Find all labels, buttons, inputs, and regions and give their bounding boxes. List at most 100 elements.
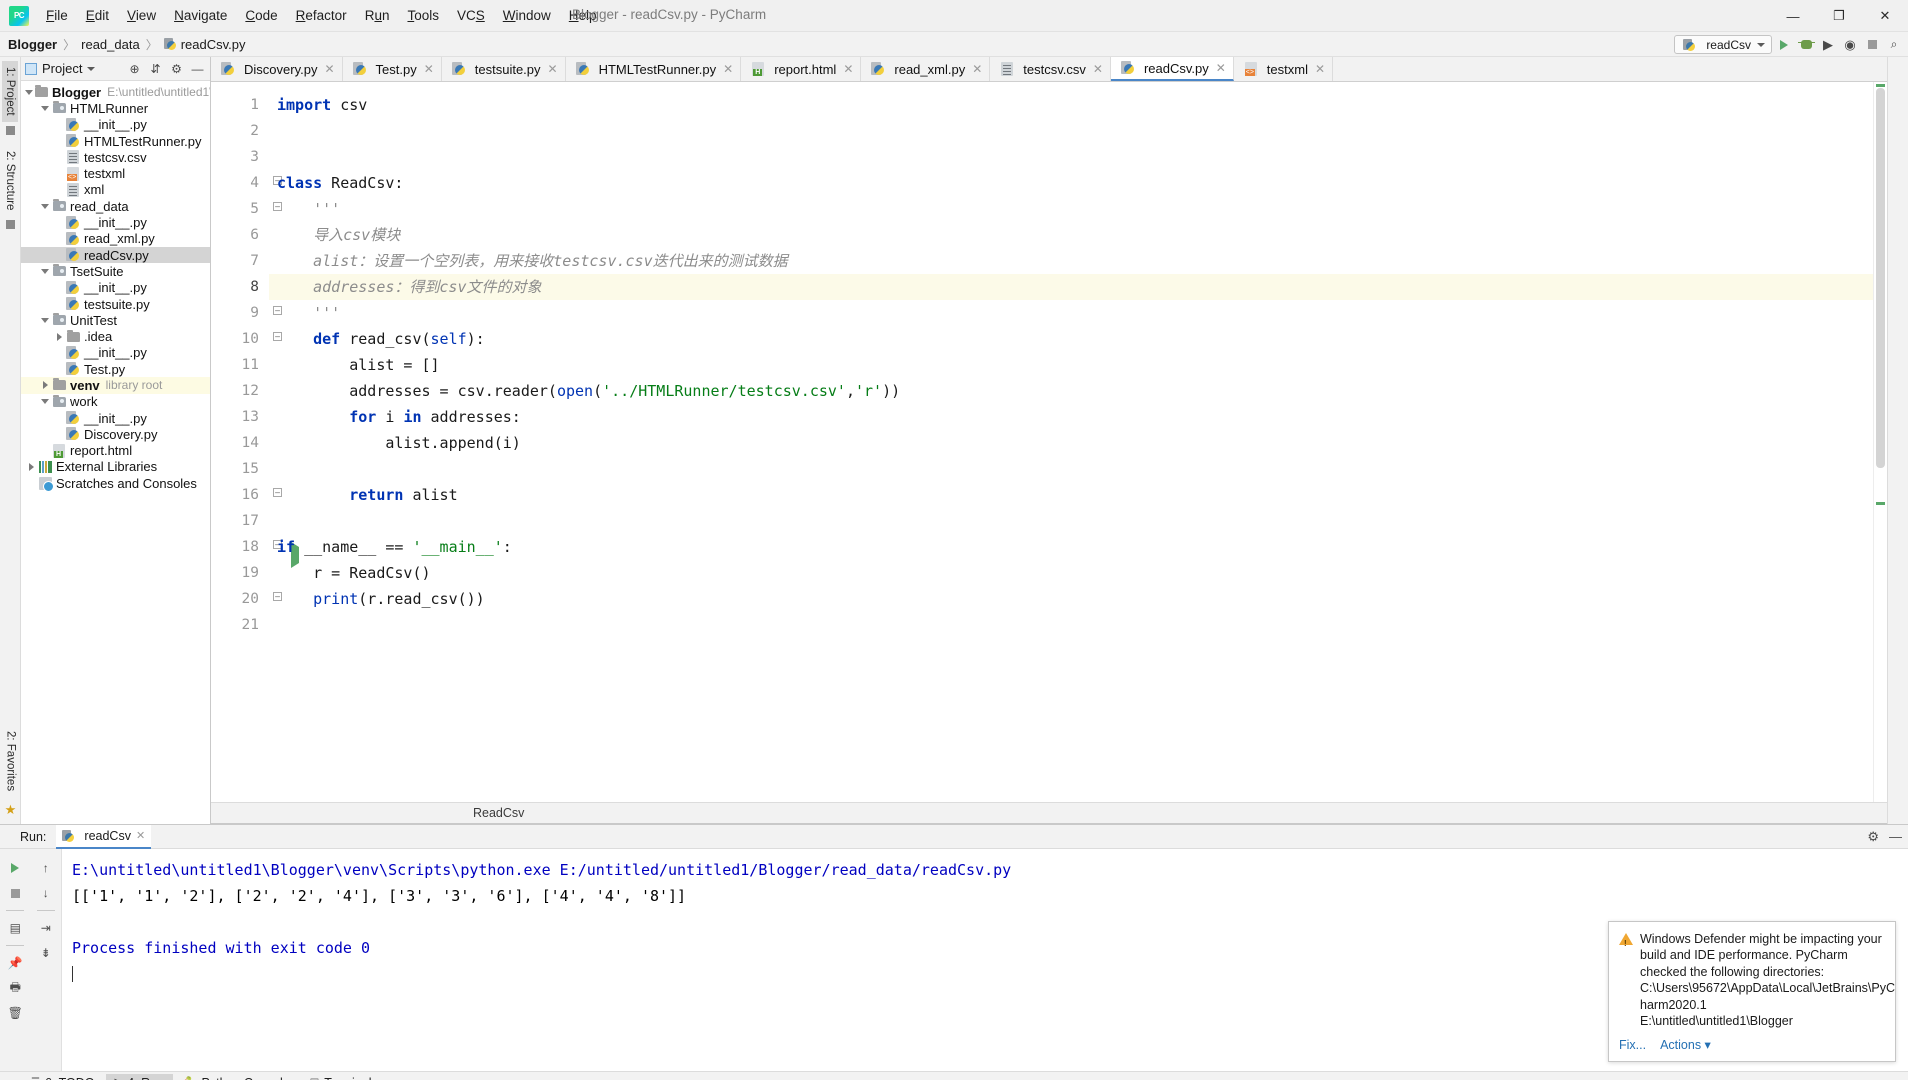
code-line[interactable] xyxy=(269,118,1887,144)
tool-strip-item[interactable]: ☰6: TODO xyxy=(22,1074,104,1080)
soft-wrap-icon[interactable]: ⇥ xyxy=(35,917,57,939)
close-icon[interactable]: ✕ xyxy=(324,62,334,76)
scroll-down-icon[interactable]: ↓ xyxy=(35,882,57,904)
notification-fix-link[interactable]: Fix... xyxy=(1619,1037,1646,1054)
editor-tab[interactable]: testsuite.py ✕ xyxy=(442,57,566,81)
tree-node[interactable]: __init__.py xyxy=(21,410,210,426)
tree-node[interactable]: TsetSuite xyxy=(21,263,210,279)
run-tab-readcsv[interactable]: readCsv ✕ xyxy=(56,824,152,849)
scroll-to-end-icon[interactable]: ⇟ xyxy=(35,942,57,964)
project-panel-title[interactable]: Project xyxy=(25,61,122,76)
tree-node[interactable]: External Libraries xyxy=(21,459,210,475)
pin-icon[interactable]: 📌 xyxy=(4,952,26,974)
menu-window[interactable]: Window xyxy=(494,3,560,29)
code-line[interactable] xyxy=(269,612,1887,638)
expand-arrow-down-icon[interactable] xyxy=(39,317,51,323)
locate-icon[interactable]: ⊕ xyxy=(126,60,143,77)
tree-node[interactable]: __init__.py xyxy=(21,280,210,296)
tree-node[interactable]: work xyxy=(21,394,210,410)
tree-node[interactable]: read_xml.py xyxy=(21,231,210,247)
editor-tab[interactable]: Discovery.py ✕ xyxy=(211,57,343,81)
editor-tab[interactable]: Test.py ✕ xyxy=(343,57,442,81)
expand-arrow-down-icon[interactable] xyxy=(39,399,51,405)
tree-node[interactable]: readCsv.py xyxy=(21,246,210,264)
close-icon[interactable]: ✕ xyxy=(1315,62,1325,76)
menu-refactor[interactable]: Refactor xyxy=(287,3,356,29)
close-icon[interactable]: ✕ xyxy=(136,829,145,842)
close-icon[interactable]: ✕ xyxy=(424,62,434,76)
minimize-button[interactable]: — xyxy=(1770,0,1816,32)
settings-gear-icon[interactable]: ⚙ xyxy=(168,60,185,77)
menu-code[interactable]: Code xyxy=(236,3,286,29)
tree-node[interactable]: report.html xyxy=(21,443,210,459)
menu-edit[interactable]: Edit xyxy=(77,3,118,29)
restore-layout-icon[interactable]: ▤ xyxy=(4,917,26,939)
expand-arrow-right-icon[interactable] xyxy=(39,381,51,390)
editor-tab[interactable]: testcsv.csv ✕ xyxy=(990,57,1111,81)
close-icon[interactable]: ✕ xyxy=(548,62,558,76)
rail-button-favorites[interactable]: 2: Favorites xyxy=(3,725,19,797)
maximize-button[interactable]: ❐ xyxy=(1816,0,1862,32)
run-configuration-selector[interactable]: readCsv xyxy=(1674,35,1772,54)
code-line[interactable]: print(r.read_csv()) xyxy=(269,586,1887,612)
search-everywhere-button[interactable]: ⌕ xyxy=(1884,35,1904,55)
code-line[interactable]: addresses = csv.reader(open('../HTMLRunn… xyxy=(269,378,1887,404)
code-line[interactable]: return alist xyxy=(269,482,1887,508)
expand-arrow-right-icon[interactable] xyxy=(53,332,65,341)
profile-button[interactable]: ◉ xyxy=(1840,35,1860,55)
code-line[interactable]: import csv xyxy=(269,92,1887,118)
close-button[interactable]: ✕ xyxy=(1862,0,1908,32)
code-line[interactable]: ''' xyxy=(269,196,1887,222)
bottom-tool-strip[interactable]: ☰6: TODO▶4: Run🐍Python Console▣Terminal xyxy=(0,1071,1908,1080)
scroll-up-icon[interactable]: ↑ xyxy=(35,857,57,879)
tree-node[interactable]: __init__.py xyxy=(21,214,210,230)
tree-node[interactable]: __init__.py xyxy=(21,345,210,361)
tree-node[interactable]: testcsv.csv xyxy=(21,149,210,165)
tree-node[interactable]: testxml xyxy=(21,165,210,181)
tree-node[interactable]: Scratches and Consoles xyxy=(21,475,210,492)
expand-arrow-down-icon[interactable] xyxy=(39,203,51,209)
code-line[interactable]: 导入csv模块 xyxy=(269,222,1887,248)
tree-node[interactable]: UnitTest xyxy=(21,312,210,328)
tree-node[interactable]: HTMLRunner xyxy=(21,100,210,116)
code-line[interactable]: ''' xyxy=(269,300,1887,326)
code-editor[interactable]: 1 2 3 4–5–6 7 8 9–10–11 12 13 14 15 16–17 18–19 20–21… xyxy=(211,82,1887,802)
code-line[interactable]: alist = [] xyxy=(269,352,1887,378)
tree-node[interactable]: HTMLTestRunner.py xyxy=(21,133,210,149)
menu-view[interactable]: View xyxy=(118,3,165,29)
code-line[interactable]: addresses：得到csv文件的对象 xyxy=(269,274,1887,300)
menu-run[interactable]: Run xyxy=(356,3,399,29)
tool-strip-item[interactable]: ▶4: Run xyxy=(105,1073,174,1080)
breadcrumb-project[interactable]: Blogger xyxy=(8,37,57,52)
scrollbar-thumb[interactable] xyxy=(1876,88,1885,468)
code-line[interactable] xyxy=(269,144,1887,170)
expand-arrow-down-icon[interactable] xyxy=(25,89,33,95)
code-line[interactable]: class ReadCsv: xyxy=(269,170,1887,196)
expand-arrow-down-icon[interactable] xyxy=(39,268,51,274)
expand-arrow-right-icon[interactable] xyxy=(25,462,37,471)
menu-navigate[interactable]: Navigate xyxy=(165,3,236,29)
code-line[interactable] xyxy=(269,508,1887,534)
breadcrumb-folder[interactable]: read_data xyxy=(81,37,140,52)
editor-tab[interactable]: read_xml.py ✕ xyxy=(861,57,991,81)
editor-tab[interactable]: HTMLTestRunner.py ✕ xyxy=(566,57,742,81)
trash-icon[interactable]: 🗑 xyxy=(4,1002,26,1024)
code-line[interactable] xyxy=(269,456,1887,482)
tree-node[interactable]: __init__.py xyxy=(21,117,210,133)
code-content[interactable]: import csv class ReadCsv: ''' 导入csv模块 al… xyxy=(269,82,1887,802)
tree-node[interactable]: Test.py xyxy=(21,361,210,377)
editor-tab[interactable]: report.html ✕ xyxy=(741,57,862,81)
editor-tab[interactable]: readCsv.py ✕ xyxy=(1110,57,1234,81)
tree-node[interactable]: venv library root xyxy=(21,377,210,394)
breadcrumb-file[interactable]: readCsv.py xyxy=(163,37,246,52)
menu-tools[interactable]: Tools xyxy=(398,3,448,29)
run-button[interactable] xyxy=(1774,35,1794,55)
tool-strip-item[interactable]: 🐍Python Console xyxy=(175,1074,299,1080)
settings-gear-icon[interactable]: ⚙ xyxy=(1867,829,1879,845)
rail-button-project[interactable]: 1: Project xyxy=(2,61,18,122)
tree-node[interactable]: Blogger E:\untitled\untitled1\ xyxy=(21,84,210,100)
stop-button[interactable] xyxy=(1862,35,1882,55)
rail-button-structure[interactable]: 2: Structure xyxy=(2,145,18,216)
stop-icon[interactable] xyxy=(4,882,26,904)
code-line[interactable]: def read_csv(self): xyxy=(269,326,1887,352)
